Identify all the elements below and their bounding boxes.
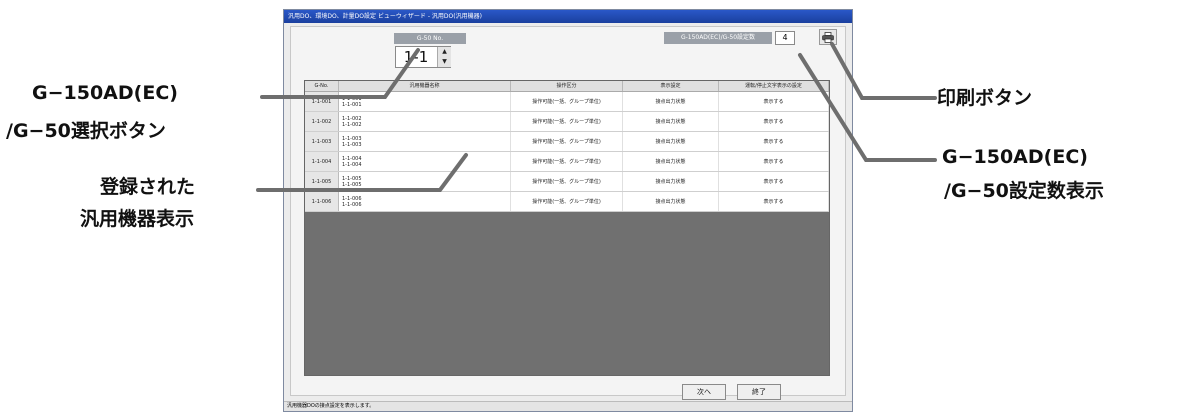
status-bar: 汎用機器DOの接点設定を表示します。 [284, 401, 852, 411]
g50-select-spinner[interactable]: 1-1 ▲ ▼ [395, 46, 451, 68]
g-no-cell: 1-1-004 [305, 152, 339, 171]
display-setting-cell: 接点出力状態 [623, 132, 719, 151]
column-header: 表示設定 [623, 81, 719, 91]
device-name-line: 1-1-002 [342, 121, 362, 128]
device-name-line: 1-1-005 [342, 181, 362, 188]
table-header: G-No. 汎用機器名称 操作区分 表示設定 運転/停止文字表示の設定 [305, 81, 829, 92]
table-body: 1-1-001 1-1-001 1-1-001 操作可能(一括、グループ単位) … [305, 92, 829, 212]
device-name-cell: 1-1-004 1-1-004 [339, 152, 511, 171]
printer-icon [822, 31, 834, 43]
device-name-cell: 1-1-003 1-1-003 [339, 132, 511, 151]
display-setting-cell: 接点出力状態 [623, 92, 719, 111]
table-row[interactable]: 1-1-004 1-1-004 1-1-004 操作可能(一括、グループ単位) … [305, 152, 829, 172]
device-name-cell: 1-1-005 1-1-005 [339, 172, 511, 191]
run-stop-text-cell: 表示する [719, 192, 829, 211]
g-no-cell: 1-1-005 [305, 172, 339, 191]
display-setting-cell: 接点出力状態 [623, 152, 719, 171]
g-no-cell: 1-1-006 [305, 192, 339, 211]
operation-cell: 操作可能(一括、グループ単位) [511, 112, 623, 131]
column-header: 汎用機器名称 [339, 81, 511, 91]
g50-label: G-50 No. [394, 33, 466, 44]
column-header: 運転/停止文字表示の設定 [719, 81, 829, 91]
g-no-cell: 1-1-001 [305, 92, 339, 111]
table-row[interactable]: 1-1-002 1-1-002 1-1-002 操作可能(一括、グループ単位) … [305, 112, 829, 132]
g-no-cell: 1-1-003 [305, 132, 339, 151]
annotation-registered-line1: 登録された [100, 176, 196, 198]
operation-cell: 操作可能(一括、グループ単位) [511, 152, 623, 171]
display-setting-cell: 接点出力状態 [623, 172, 719, 191]
setting-count-value: 4 [775, 31, 795, 45]
table-row[interactable]: 1-1-003 1-1-003 1-1-003 操作可能(一括、グループ単位) … [305, 132, 829, 152]
run-stop-text-cell: 表示する [719, 92, 829, 111]
next-button[interactable]: 次へ [682, 384, 726, 400]
operation-cell: 操作可能(一括、グループ単位) [511, 172, 623, 191]
setting-count-label: G-150AD(EC)/G-50設定数 [664, 32, 772, 44]
device-name-cell: 1-1-006 1-1-006 [339, 192, 511, 211]
run-stop-text-cell: 表示する [719, 112, 829, 131]
end-button[interactable]: 終了 [737, 384, 781, 400]
print-button[interactable] [819, 29, 837, 45]
triangle-down-icon[interactable]: ▼ [437, 57, 451, 67]
app-window: 汎用DO、環境DO、計量DO設定 ビューウィザード - 汎用DO(汎用機器) G… [283, 9, 853, 412]
registered-device-table: G-No. 汎用機器名称 操作区分 表示設定 運転/停止文字表示の設定 1-1-… [304, 80, 830, 376]
annotation-registered-line2: 汎用機器表示 [80, 208, 195, 230]
run-stop-text-cell: 表示する [719, 172, 829, 191]
device-name-cell: 1-1-001 1-1-001 [339, 92, 511, 111]
run-stop-text-cell: 表示する [719, 152, 829, 171]
table-row[interactable]: 1-1-005 1-1-005 1-1-005 操作可能(一括、グループ単位) … [305, 172, 829, 192]
display-setting-cell: 接点出力状態 [623, 112, 719, 131]
operation-cell: 操作可能(一括、グループ単位) [511, 92, 623, 111]
operation-cell: 操作可能(一括、グループ単位) [511, 132, 623, 151]
device-name-line: 1-1-004 [342, 161, 362, 168]
annotation-count-line1: G−150AD(EC) [942, 146, 1088, 168]
device-name-line: 1-1-003 [342, 141, 362, 148]
annotation-select-line2: /G−50選択ボタン [6, 120, 166, 142]
g-no-cell: 1-1-002 [305, 112, 339, 131]
annotation-count-line2: /G−50設定数表示 [944, 180, 1104, 202]
column-header: G-No. [305, 81, 339, 91]
device-name-line: 1-1-001 [342, 101, 362, 108]
annotation-print: 印刷ボタン [937, 87, 1033, 109]
annotation-select-line1: G−150AD(EC) [32, 82, 178, 104]
operation-cell: 操作可能(一括、グループ単位) [511, 192, 623, 211]
table-row[interactable]: 1-1-006 1-1-006 1-1-006 操作可能(一括、グループ単位) … [305, 192, 829, 212]
device-name-line: 1-1-006 [342, 201, 362, 208]
device-name-cell: 1-1-002 1-1-002 [339, 112, 511, 131]
column-header: 操作区分 [511, 81, 623, 91]
g50-select-value: 1-1 [403, 48, 429, 66]
window-title: 汎用DO、環境DO、計量DO設定 ビューウィザード - 汎用DO(汎用機器) [284, 10, 852, 23]
display-setting-cell: 接点出力状態 [623, 192, 719, 211]
table-row[interactable]: 1-1-001 1-1-001 1-1-001 操作可能(一括、グループ単位) … [305, 92, 829, 112]
run-stop-text-cell: 表示する [719, 132, 829, 151]
